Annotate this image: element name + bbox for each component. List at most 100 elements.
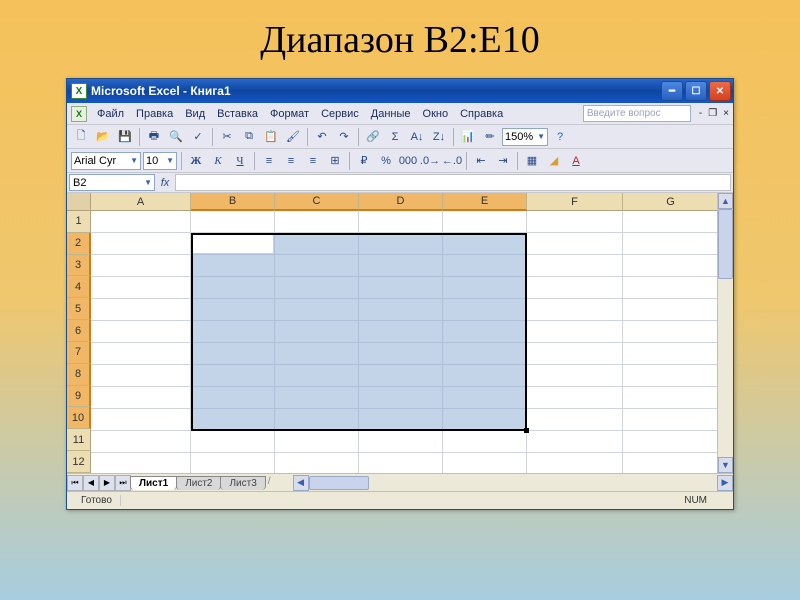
paste-button[interactable]: 📋 [261,127,281,147]
fill-color-button[interactable]: ◢ [544,151,564,171]
menu-help[interactable]: Справка [454,106,509,122]
preview-button[interactable]: 🔍 [166,127,186,147]
doc-restore-icon[interactable]: ❐ [708,108,717,119]
cell-C9[interactable] [275,387,359,409]
column-header-G[interactable]: G [623,193,719,211]
align-center-button[interactable]: ≡ [281,151,301,171]
cell-E6[interactable] [443,321,527,343]
cell-E8[interactable] [443,365,527,387]
name-box[interactable]: B2 ▼ [69,174,155,191]
cell-F1[interactable] [527,211,623,233]
cell-G3[interactable] [623,255,719,277]
cell-G5[interactable] [623,299,719,321]
save-button[interactable]: 💾 [115,127,135,147]
doc-minimize-icon[interactable]: - [699,108,702,119]
cell-B4[interactable] [191,277,275,299]
cell-B10[interactable] [191,409,275,431]
hyperlink-button[interactable]: 🔗 [363,127,383,147]
sheet-tab-1[interactable]: Лист1 [130,476,177,490]
menu-window[interactable]: Окно [417,106,455,122]
italic-button[interactable]: К [208,151,228,171]
cell-E2[interactable] [443,233,527,255]
select-all-corner[interactable] [67,193,91,211]
cell-E12[interactable] [443,453,527,473]
cell-G4[interactable] [623,277,719,299]
align-right-button[interactable]: ≡ [303,151,323,171]
cell-D8[interactable] [359,365,443,387]
cell-C5[interactable] [275,299,359,321]
hscroll-thumb[interactable] [309,476,369,490]
cell-E4[interactable] [443,277,527,299]
cell-F12[interactable] [527,453,623,473]
increase-indent-button[interactable]: ⇥ [493,151,513,171]
cell-E3[interactable] [443,255,527,277]
help-button[interactable]: ? [550,127,570,147]
font-color-button[interactable]: A [566,151,586,171]
tab-next-button[interactable]: ▶ [99,475,115,491]
doc-close-icon[interactable]: × [723,108,729,119]
menu-format[interactable]: Формат [264,106,315,122]
cell-A8[interactable] [91,365,191,387]
cell-A9[interactable] [91,387,191,409]
fill-handle[interactable] [524,428,529,433]
cell-F7[interactable] [527,343,623,365]
scroll-left-button[interactable]: ◀ [293,475,309,491]
currency-button[interactable]: ₽ [354,151,374,171]
spreadsheet-grid[interactable]: ABCDEFG 123456789101112 ▲ ▼ [67,193,733,473]
row-header-11[interactable]: 11 [67,429,91,451]
cell-B6[interactable] [191,321,275,343]
cut-button[interactable]: ✂ [217,127,237,147]
tab-prev-button[interactable]: ◀ [83,475,99,491]
cell-B9[interactable] [191,387,275,409]
tab-first-button[interactable]: ⏮ [67,475,83,491]
cell-A12[interactable] [91,453,191,473]
zoom-combo[interactable]: 150%▼ [502,128,548,146]
cell-D5[interactable] [359,299,443,321]
cell-F4[interactable] [527,277,623,299]
cell-C12[interactable] [275,453,359,473]
cell-B3[interactable] [191,255,275,277]
column-header-C[interactable]: C [275,193,359,211]
sheet-tab-3[interactable]: Лист3 [220,476,265,490]
scroll-thumb[interactable] [718,209,733,279]
autosum-button[interactable]: Σ [385,127,405,147]
cell-G7[interactable] [623,343,719,365]
cell-G12[interactable] [623,453,719,473]
cell-G1[interactable] [623,211,719,233]
menu-insert[interactable]: Вставка [211,106,264,122]
cell-B5[interactable] [191,299,275,321]
cell-A3[interactable] [91,255,191,277]
cell-C4[interactable] [275,277,359,299]
menu-tools[interactable]: Сервис [315,106,365,122]
cell-E7[interactable] [443,343,527,365]
vertical-scrollbar[interactable]: ▲ ▼ [717,193,733,473]
cell-G9[interactable] [623,387,719,409]
cell-D3[interactable] [359,255,443,277]
decrease-indent-button[interactable]: ⇤ [471,151,491,171]
row-header-7[interactable]: 7 [67,342,91,364]
cell-C10[interactable] [275,409,359,431]
cell-B8[interactable] [191,365,275,387]
undo-button[interactable]: ↶ [312,127,332,147]
spellcheck-button[interactable]: ✓ [188,127,208,147]
window-titlebar[interactable]: X Microsoft Excel - Книга1 ━ ☐ ✕ [67,79,733,103]
cell-A5[interactable] [91,299,191,321]
row-header-8[interactable]: 8 [67,364,91,386]
cell-A6[interactable] [91,321,191,343]
cell-B12[interactable] [191,453,275,473]
close-button[interactable]: ✕ [709,81,731,101]
menu-file[interactable]: Файл [91,106,130,122]
increase-decimal-button[interactable]: .0→ [420,151,440,171]
row-header-6[interactable]: 6 [67,320,91,342]
cell-C2[interactable] [275,233,359,255]
drawing-button[interactable]: ✏ [480,127,500,147]
cell-D1[interactable] [359,211,443,233]
borders-button[interactable]: ▦ [522,151,542,171]
font-combo[interactable]: Arial Cyr▼ [71,152,141,170]
cell-A10[interactable] [91,409,191,431]
cell-F5[interactable] [527,299,623,321]
scroll-up-button[interactable]: ▲ [718,193,733,209]
row-header-2[interactable]: 2 [67,233,91,255]
cell-C11[interactable] [275,431,359,453]
formula-input[interactable] [175,174,731,191]
